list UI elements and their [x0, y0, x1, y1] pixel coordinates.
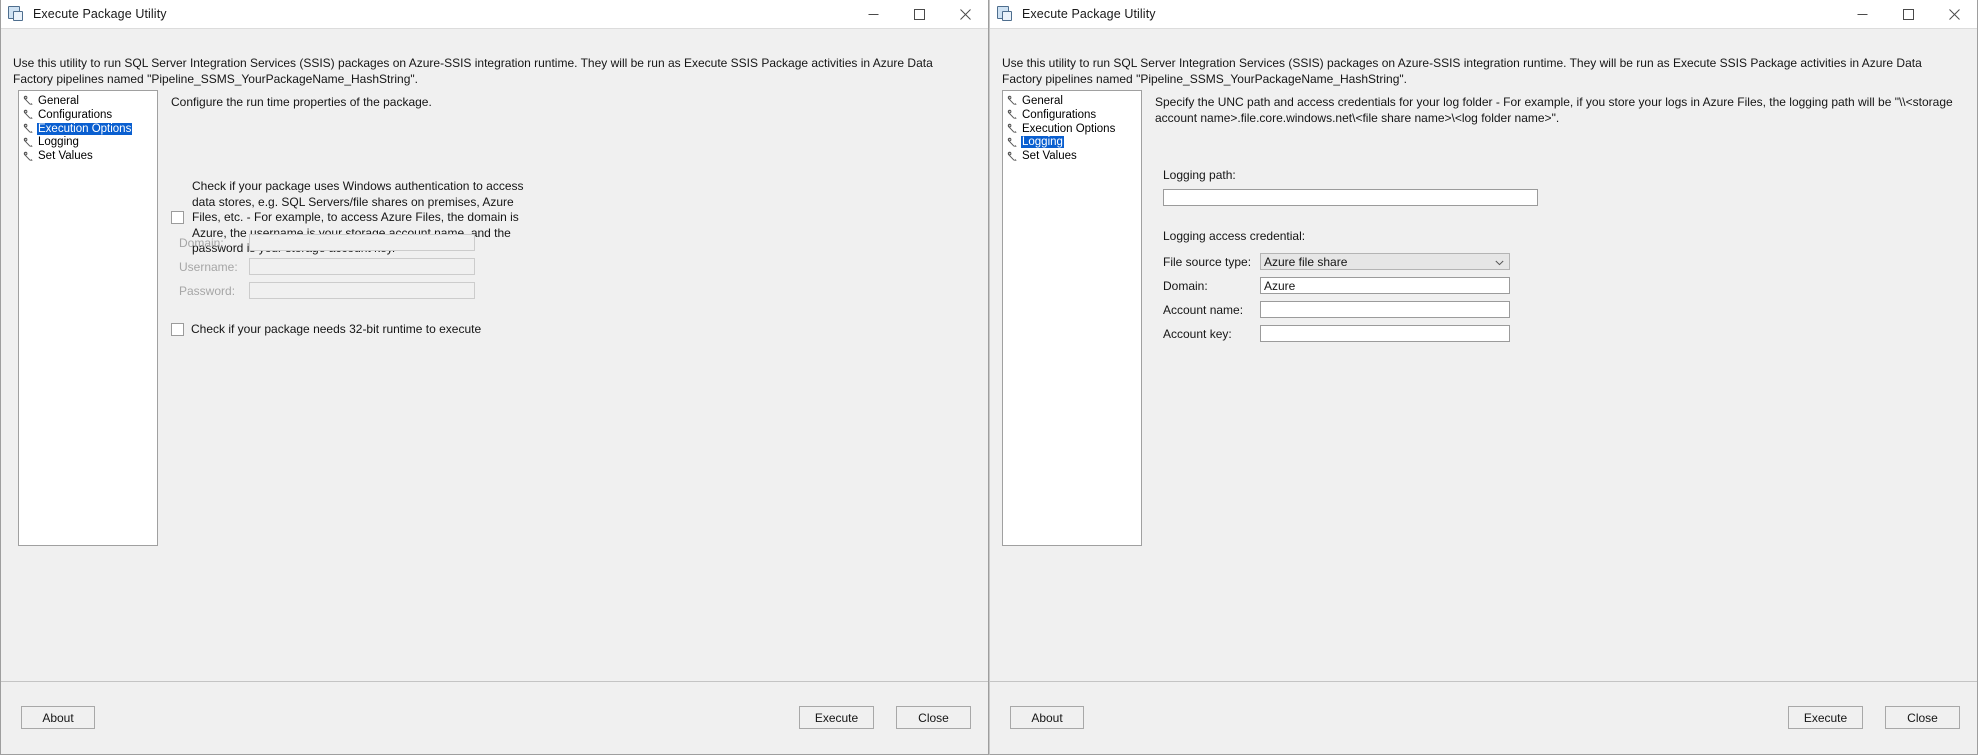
tree-item-execution-options[interactable]: Execution Options: [23, 122, 155, 135]
pane-heading: Configure the run time properties of the…: [171, 95, 432, 109]
minimize-button[interactable]: [1839, 0, 1885, 29]
tree-item-logging[interactable]: Logging: [23, 136, 155, 149]
logging-path-input[interactable]: [1163, 189, 1538, 206]
tree-item-label: Configurations: [1022, 108, 1097, 121]
application-icon: [997, 5, 1015, 23]
tree-item-configurations[interactable]: Configurations: [1007, 109, 1139, 121]
wrench-icon: [23, 151, 34, 162]
tree-item-configurations[interactable]: Configurations: [23, 109, 155, 121]
tree-item-label: Execution Options: [1022, 122, 1116, 135]
window-controls: [1839, 0, 1977, 29]
password-field-row: Password:: [179, 282, 475, 299]
execution-options-pane: Configure the run time properties of the…: [171, 90, 974, 681]
title-bar[interactable]: Execute Package Utility: [990, 0, 1977, 29]
execute-package-utility-window-left: Execute Package Utility Use this utility…: [0, 0, 989, 755]
execute-button[interactable]: Execute: [1788, 706, 1863, 729]
domain-label: Domain:: [1163, 278, 1208, 293]
window-body: Use this utility to run SQL Server Integ…: [990, 29, 1977, 681]
execute-package-utility-window-right: Execute Package Utility Use this utility…: [989, 0, 1978, 755]
file-source-type-row: File source type: Azure file share: [1163, 253, 1510, 270]
maximize-button[interactable]: [1885, 0, 1931, 29]
desktop: Execute Package Utility Use this utility…: [0, 0, 1978, 755]
wrench-icon: [1007, 95, 1018, 106]
window-controls: [850, 0, 988, 29]
file-source-type-value: Azure file share: [1264, 254, 1348, 269]
close-button[interactable]: [942, 0, 988, 29]
password-label: Password:: [179, 283, 236, 298]
username-field-row: Username:: [179, 258, 475, 275]
tree-item-label: Logging: [1021, 136, 1064, 149]
pane-heading: Specify the UNC path and access credenti…: [1155, 95, 1953, 125]
tree-item-label: Set Values: [1022, 150, 1077, 163]
tree-item-label: Logging: [38, 136, 79, 149]
domain-label: Domain:: [179, 235, 224, 250]
logging-path-label: Logging path:: [1163, 168, 1236, 182]
file-source-type-label: File source type:: [1163, 254, 1252, 269]
title-bar[interactable]: Execute Package Utility: [1, 0, 988, 29]
account-name-field-row: Account name:: [1163, 301, 1510, 318]
execute-button[interactable]: Execute: [799, 706, 874, 729]
file-source-type-dropdown[interactable]: Azure file share: [1260, 253, 1510, 270]
account-name-label: Account name:: [1163, 302, 1244, 317]
logging-access-credential-label: Logging access credential:: [1163, 229, 1306, 243]
intro-text: Use this utility to run SQL Server Integ…: [13, 56, 933, 86]
wrench-icon: [23, 137, 34, 148]
domain-input[interactable]: [249, 234, 475, 251]
wrench-icon: [1007, 109, 1018, 120]
runtime-32bit-option[interactable]: Check if your package needs 32-bit runti…: [171, 322, 481, 336]
tree-item-general[interactable]: General: [1007, 95, 1139, 107]
account-key-field-row: Account key:: [1163, 325, 1510, 342]
footer-bar: About Execute Close: [990, 681, 1977, 754]
username-input[interactable]: [249, 258, 475, 275]
minimize-button[interactable]: [850, 0, 896, 29]
username-label: Username:: [179, 259, 238, 274]
account-key-label: Account key:: [1163, 326, 1232, 341]
close-dialog-button[interactable]: Close: [1885, 706, 1960, 729]
wrench-icon: [1007, 137, 1018, 148]
tree-item-label: General: [38, 94, 79, 107]
account-key-input[interactable]: [1260, 325, 1510, 342]
wrench-icon: [1007, 151, 1018, 162]
domain-field-row: Domain:: [1163, 277, 1510, 294]
domain-field-row: Domain:: [179, 234, 475, 251]
tree-item-execution-options[interactable]: Execution Options: [1007, 123, 1139, 135]
application-icon: [8, 5, 26, 23]
navigation-tree[interactable]: General Configurations Execution Options: [1002, 90, 1142, 546]
about-button[interactable]: About: [1010, 706, 1084, 729]
domain-input[interactable]: [1260, 277, 1510, 294]
tree-item-label: Execution Options: [37, 122, 133, 135]
window-title: Execute Package Utility: [33, 7, 167, 21]
window-body: Use this utility to run SQL Server Integ…: [1, 29, 988, 681]
tree-item-label: Set Values: [38, 150, 93, 163]
close-dialog-button[interactable]: Close: [896, 706, 971, 729]
tree-item-logging[interactable]: Logging: [1007, 136, 1139, 149]
maximize-button[interactable]: [896, 0, 942, 29]
intro-text: Use this utility to run SQL Server Integ…: [1002, 56, 1922, 86]
tree-item-set-values[interactable]: Set Values: [23, 150, 155, 163]
password-input[interactable]: [249, 282, 475, 299]
tree-item-set-values[interactable]: Set Values: [1007, 150, 1139, 163]
logging-pane: Specify the UNC path and access credenti…: [1155, 90, 1965, 681]
window-title: Execute Package Utility: [1022, 7, 1156, 21]
navigation-tree[interactable]: General Configurations Execution Options: [18, 90, 158, 546]
tree-item-general[interactable]: General: [23, 95, 155, 107]
wrench-icon: [23, 95, 34, 106]
footer-bar: About Execute Close: [1, 681, 988, 754]
tree-item-label: General: [1022, 94, 1063, 107]
close-button[interactable]: [1931, 0, 1977, 29]
wrench-icon: [23, 109, 34, 120]
runtime-32bit-label: Check if your package needs 32-bit runti…: [191, 322, 482, 336]
wrench-icon: [1007, 123, 1018, 134]
account-name-input[interactable]: [1260, 301, 1510, 318]
chevron-down-icon: [1495, 255, 1504, 269]
about-button[interactable]: About: [21, 706, 95, 729]
wrench-icon: [23, 123, 34, 134]
runtime-32bit-checkbox[interactable]: [171, 322, 184, 336]
tree-item-label: Configurations: [38, 108, 113, 121]
windows-authentication-checkbox[interactable]: [171, 211, 184, 225]
